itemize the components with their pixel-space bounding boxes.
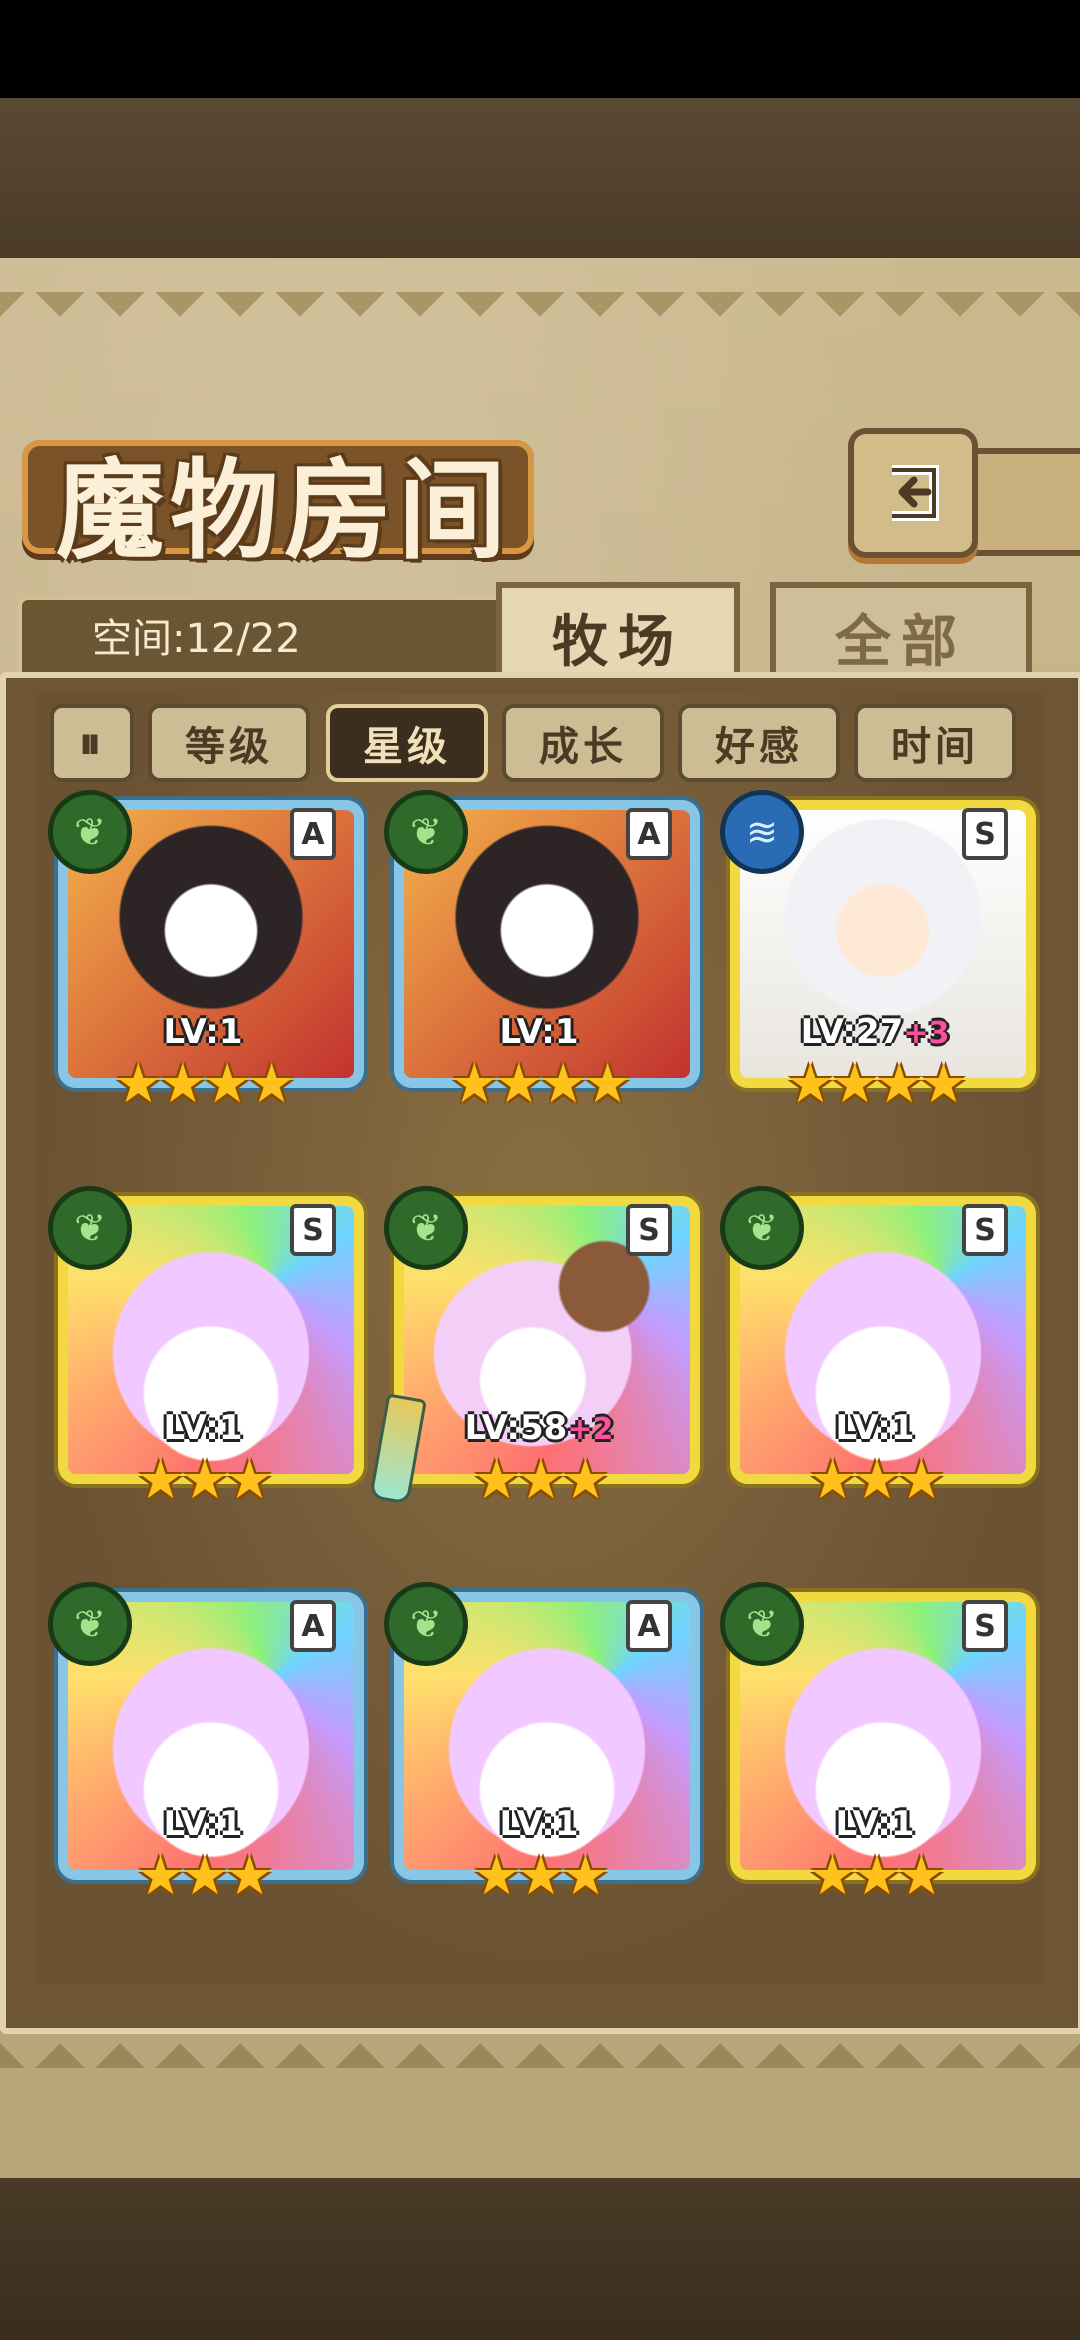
sort-order-toggle[interactable]: ⏸: [50, 704, 134, 782]
star-rating: ★★★: [808, 1844, 945, 1907]
level-label: LV:27+3: [800, 1012, 950, 1052]
level-bonus: +3: [903, 1016, 950, 1051]
background-map-top: [0, 98, 1080, 258]
water-waves-icon: ≋: [720, 790, 804, 874]
level-bonus: +2: [567, 1412, 614, 1447]
sort-stars-button[interactable]: 星级: [326, 704, 488, 782]
monster-card[interactable]: ❦ S LV:1 ★★★: [720, 1582, 1036, 1910]
back-arrow-icon: [892, 465, 939, 521]
level-label: LV:1: [163, 1804, 243, 1844]
level-label: LV:1: [163, 1408, 243, 1448]
monster-card[interactable]: ❦ S LV:1 ★★★: [720, 1186, 1036, 1514]
leaf-icon: ❦: [384, 790, 468, 874]
page-title: 魔物房间: [56, 448, 513, 574]
panel-zigzag-bottom: [0, 2028, 1080, 2068]
leaf-icon: ❦: [720, 1582, 804, 1666]
rank-badge: A: [626, 1600, 672, 1652]
star-rating: ★★★★: [786, 1052, 968, 1115]
sort-affection-button[interactable]: 好感: [678, 704, 840, 782]
rank-badge: S: [290, 1204, 336, 1256]
background-map-bottom: [0, 2178, 1080, 2340]
monster-card[interactable]: ❦ S LV:58+2 ★★★: [369, 1186, 700, 1514]
leaf-icon: ❦: [48, 1186, 132, 1270]
monster-card[interactable]: ❦ A LV:1 ★★★★: [48, 790, 364, 1118]
leaf-icon: ❦: [48, 1582, 132, 1666]
star-rating: ★★★★: [114, 1052, 296, 1115]
level-label: LV:1: [499, 1804, 579, 1844]
monster-card[interactable]: ❦ S LV:1 ★★★: [48, 1186, 364, 1514]
leaf-icon: ❦: [48, 790, 132, 874]
rank-badge: A: [626, 808, 672, 860]
star-rating: ★★★: [136, 1844, 273, 1907]
sort-level-button[interactable]: 等级: [148, 704, 310, 782]
level-label: LV:1: [835, 1804, 915, 1844]
monster-card[interactable]: ❦ A LV:1 ★★★: [48, 1582, 364, 1910]
pause-toggle-icon: ⏸: [79, 717, 105, 769]
panel-zigzag-top: [0, 292, 1080, 332]
sort-time-button[interactable]: 时间: [854, 704, 1016, 782]
sort-growth-button[interactable]: 成长: [502, 704, 664, 782]
monster-card[interactable]: ❦ A LV:1 ★★★★: [384, 790, 700, 1118]
star-rating: ★★★: [472, 1844, 609, 1907]
rank-badge: A: [290, 808, 336, 860]
level-label: LV:1: [163, 1012, 243, 1052]
leaf-icon: ❦: [384, 1186, 468, 1270]
leaf-icon: ❦: [384, 1582, 468, 1666]
leaf-icon: ❦: [720, 1186, 804, 1270]
star-rating: ★★★: [472, 1448, 609, 1511]
monster-card[interactable]: ❦ A LV:1 ★★★: [384, 1582, 700, 1910]
star-rating: ★★★★: [450, 1052, 632, 1115]
rank-badge: S: [626, 1204, 672, 1256]
back-button[interactable]: [848, 428, 978, 558]
space-counter: 空间:12/22: [92, 616, 301, 662]
star-rating: ★★★: [136, 1448, 273, 1511]
rank-badge: S: [962, 808, 1008, 860]
level-label: LV:1: [499, 1012, 579, 1052]
rank-badge: S: [962, 1204, 1008, 1256]
star-rating: ★★★: [808, 1448, 945, 1511]
status-bar: [0, 0, 1080, 98]
rank-badge: A: [290, 1600, 336, 1652]
tab-ranch[interactable]: 牧场: [496, 582, 740, 686]
back-button-extension: [966, 448, 1080, 556]
level-label: LV:58+2: [464, 1408, 614, 1448]
monster-card[interactable]: ≋ S LV:27+3 ★★★★: [720, 790, 1036, 1118]
tab-all[interactable]: 全部: [770, 582, 1032, 686]
level-label: LV:1: [835, 1408, 915, 1448]
rank-badge: S: [962, 1600, 1008, 1652]
